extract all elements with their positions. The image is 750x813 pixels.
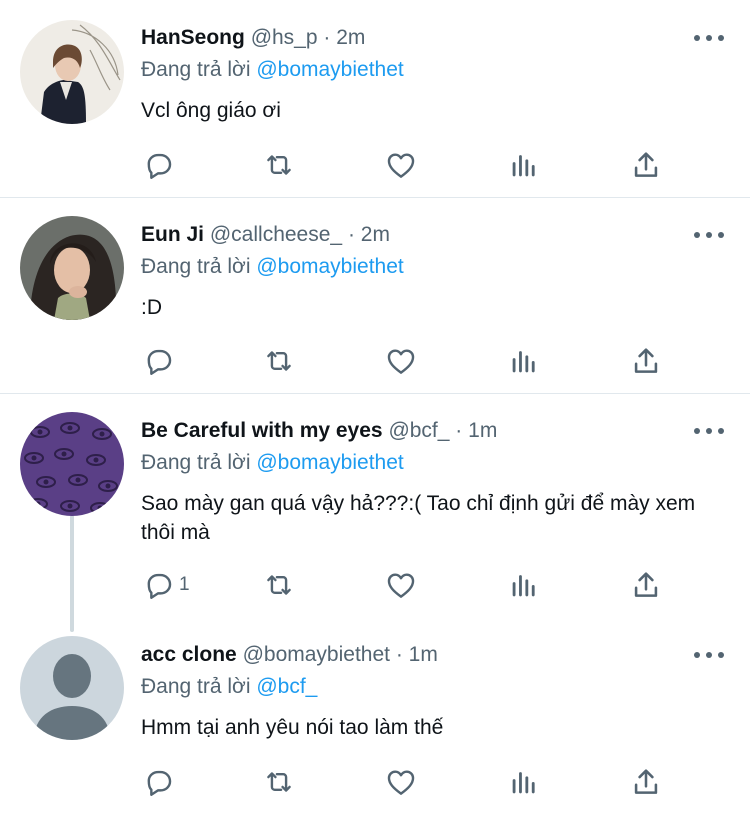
reply-button[interactable]	[141, 764, 179, 800]
share-button[interactable]	[629, 567, 663, 603]
mention-link[interactable]: @bomaybiethet	[256, 255, 403, 278]
reply-icon	[147, 153, 172, 179]
retweet-icon	[267, 351, 291, 371]
default-avatar-icon	[20, 636, 124, 740]
reply-button[interactable]: 1	[141, 567, 190, 603]
tweet[interactable]: HanSeong @hs_p · 2m Đang trả lời @bomayb…	[0, 0, 750, 197]
retweet-icon	[267, 155, 291, 175]
heart-icon	[387, 573, 415, 598]
author-name[interactable]: HanSeong	[141, 26, 245, 49]
stats-button[interactable]	[507, 147, 541, 183]
more-icon[interactable]	[694, 28, 724, 48]
more-icon[interactable]	[694, 645, 724, 665]
heart-icon	[387, 153, 415, 178]
author-name[interactable]: Be Careful with my eyes	[141, 419, 383, 442]
author-name[interactable]: acc clone	[141, 643, 237, 666]
retweet-icon	[267, 575, 291, 595]
stats-icon	[512, 772, 535, 794]
retweet-icon	[267, 772, 291, 792]
retweet-button[interactable]	[262, 567, 296, 603]
like-button[interactable]	[384, 567, 418, 603]
action-bar	[141, 343, 681, 379]
reply-icon	[147, 349, 172, 375]
tweet[interactable]: acc clone @bomaybiethet · 1m Đang trả lờ…	[0, 617, 750, 813]
tweet-text: Hmm tại anh yêu nói tao làm thế	[141, 716, 444, 739]
more-icon[interactable]	[694, 421, 724, 441]
separator: ·	[347, 223, 355, 246]
stats-button[interactable]	[507, 567, 541, 603]
heart-icon	[387, 770, 415, 795]
like-button[interactable]	[384, 343, 418, 379]
retweet-button[interactable]	[262, 147, 296, 183]
action-bar: 1	[141, 567, 681, 603]
avatar-photo-icon	[20, 412, 124, 516]
reply-icon	[147, 770, 172, 796]
action-bar	[141, 147, 681, 183]
author-handle[interactable]: @hs_p	[251, 26, 318, 49]
share-icon	[634, 152, 658, 177]
separator: ·	[323, 26, 331, 49]
tweet[interactable]: Be Careful with my eyes @bcf_ · 1m Đang …	[0, 393, 750, 618]
share-icon	[634, 348, 658, 373]
avatar[interactable]	[20, 412, 124, 516]
retweet-button[interactable]	[262, 764, 296, 800]
stats-icon	[512, 155, 535, 177]
author-handle[interactable]: @bomaybiethet	[243, 643, 390, 666]
mention-link[interactable]: @bomaybiethet	[256, 451, 403, 474]
timestamp[interactable]: 1m	[468, 419, 497, 442]
timestamp[interactable]: 1m	[409, 643, 438, 666]
more-icon[interactable]	[694, 225, 724, 245]
tweet-text: Vcl ông giáo ơi	[141, 99, 281, 122]
avatar-photo-icon	[20, 216, 124, 320]
replying-to-label: Đang trả lời	[141, 451, 251, 474]
like-button[interactable]	[384, 147, 418, 183]
reply-icon	[147, 573, 172, 599]
replying-to-label: Đang trả lời	[141, 255, 251, 278]
action-bar	[141, 764, 681, 800]
share-icon	[634, 769, 658, 794]
tweet-text: Sao mày gan quá vậy hả???:( Tao chỉ định…	[141, 492, 696, 544]
avatar[interactable]	[20, 20, 124, 124]
avatar[interactable]	[20, 636, 124, 740]
tweet[interactable]: Eun Ji @callcheese_ · 2m Đang trả lời @b…	[0, 197, 750, 394]
reply-button[interactable]	[141, 147, 179, 183]
stats-button[interactable]	[507, 764, 541, 800]
separator: ·	[395, 643, 403, 666]
stats-icon	[512, 575, 535, 597]
replying-to: Đang trả lời @bomaybiethet	[141, 449, 731, 477]
avatar-photo-icon	[20, 20, 124, 124]
stats-icon	[512, 351, 535, 373]
mention-link[interactable]: @bcf_	[256, 675, 317, 698]
separator: ·	[455, 419, 463, 442]
avatar[interactable]	[20, 216, 124, 320]
replying-to: Đang trả lời @bomaybiethet	[141, 56, 731, 84]
tweet-text: :D	[141, 296, 162, 319]
reply-button[interactable]	[141, 343, 179, 379]
share-button[interactable]	[629, 764, 663, 800]
heart-icon	[387, 349, 415, 374]
replying-to-label: Đang trả lời	[141, 58, 251, 81]
mention-link[interactable]: @bomaybiethet	[256, 58, 403, 81]
replying-to: Đang trả lời @bomaybiethet	[141, 253, 731, 281]
retweet-button[interactable]	[262, 343, 296, 379]
share-icon	[634, 572, 658, 597]
timestamp[interactable]: 2m	[361, 223, 390, 246]
stats-button[interactable]	[507, 343, 541, 379]
share-button[interactable]	[629, 147, 663, 183]
author-name[interactable]: Eun Ji	[141, 223, 204, 246]
author-handle[interactable]: @callcheese_	[210, 223, 342, 246]
timestamp[interactable]: 2m	[336, 26, 365, 49]
replying-to-label: Đang trả lời	[141, 675, 251, 698]
share-button[interactable]	[629, 343, 663, 379]
author-handle[interactable]: @bcf_	[388, 419, 449, 442]
replying-to: Đang trả lời @bcf_	[141, 673, 731, 701]
reply-count: 1	[179, 574, 190, 595]
like-button[interactable]	[384, 764, 418, 800]
